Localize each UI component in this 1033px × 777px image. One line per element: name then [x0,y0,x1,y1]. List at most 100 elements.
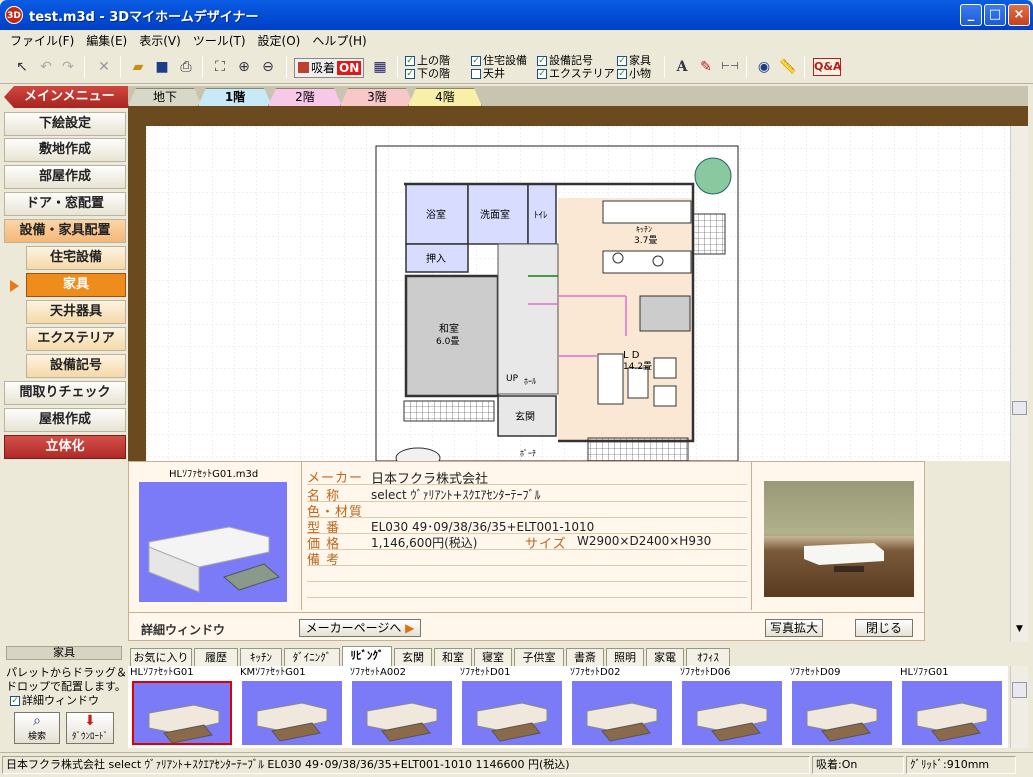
window-title: test.m3d - 3Dマイホームデザイナー [29,9,259,25]
palette-item[interactable]: ｿﾌｧｾｯﾄD02 [570,666,676,748]
measure-icon[interactable]: 📏 [778,57,798,77]
category-tab-12[interactable]: ｵﾌｨｽ [686,648,730,666]
close-button[interactable]: × [1008,4,1030,26]
menu-settings[interactable]: 設定(O) [252,32,307,49]
main-menu-button[interactable]: メインメニュー [4,86,128,108]
floor-tab-4[interactable]: 4階 [408,88,482,106]
category-tab-3[interactable]: ﾀﾞｲﾆﾝｸﾞ [284,648,340,666]
category-tab-6[interactable]: 和室 [434,648,472,666]
menu-help[interactable]: ヘルプ(H) [306,32,372,49]
floor-plan-canvas[interactable]: 浴室 洗面室 ﾄｲﾚ ｷｯﾁﾝ 3.7畳 押入 和室 6.0畳 L D 14.2… [128,106,1028,461]
palette-item-label: ｿﾌｧｾｯﾄD09 [790,667,841,678]
search-button[interactable]: ⌕ 検索 [14,712,60,744]
check-upper-floor[interactable]: ✓ 上の階 [405,55,450,67]
detail-window-label: 詳細ウィンドウ [141,623,226,637]
left-panel: 家具 パレットからドラッグ＆ ドロップで配置します。 ✓ 詳細ウィンドウ ⌕ 検索… [0,642,128,748]
compass-icon[interactable]: ◉ [754,57,774,77]
undo-icon[interactable]: ↶ [36,57,56,77]
palette-item-label: ｿﾌｧｾｯﾄA002 [350,667,406,678]
detail-window-check[interactable]: ✓ 詳細ウィンドウ [10,695,99,707]
redo-icon[interactable]: ↷ [58,57,78,77]
vertical-scrollbar[interactable]: ▼ [1010,126,1028,642]
category-tab-9[interactable]: 書斎 [566,648,604,666]
check-housing-equipment[interactable]: ✓ 住宅設備 [471,55,527,67]
floor-tab-3[interactable]: 3階 [340,88,414,106]
svg-text:ﾄｲﾚ: ﾄｲﾚ [534,211,548,221]
sidebar-item-3[interactable]: ドア・窓配置 [4,192,126,216]
menu-tools[interactable]: ツール(T) [187,32,252,49]
scrollbar-thumb[interactable] [1012,401,1027,415]
category-tab-11[interactable]: 家電 [646,648,684,666]
save-icon[interactable]: ■ [152,57,172,77]
category-tab-0[interactable]: お気に入り [130,648,192,666]
check-exterior[interactable]: ✓ エクステリア [537,68,615,80]
category-tab-8[interactable]: 子供室 [514,648,564,666]
category-tab-1[interactable]: 履歴 [194,648,238,666]
sidebar-item-9[interactable]: 設備記号 [26,354,126,378]
maker-page-button[interactable]: メーカーページへ ▶ [299,619,421,637]
suction-label: 吸着 [311,61,336,75]
palette-item[interactable]: HLｿﾌｧｾｯﾄG01 [130,666,236,748]
floor-tab-1[interactable]: 1階 [198,88,272,106]
zoom-out-icon[interactable]: ⊖ [258,57,278,77]
check-lower-floor[interactable]: ✓ 下の階 [405,68,450,80]
furniture-photo[interactable] [764,481,914,597]
category-tab-2[interactable]: ｷｯﾁﾝ [240,648,282,666]
size-value: W2900×D2400×H930 [577,534,712,548]
text-icon[interactable]: A [672,57,692,77]
palette-item[interactable]: ｿﾌｧｾｯﾄD01 [460,666,566,748]
pointer-icon[interactable]: ↖ [12,57,32,77]
sidebar-item-7[interactable]: 天井器具 [26,300,126,324]
suction-toggle[interactable]: 吸着 ON [294,58,364,78]
sidebar-item-4[interactable]: 設備・家具配置 [4,219,126,243]
palette-item[interactable]: KMｿﾌｧｾｯﾄG01 [240,666,346,748]
delete-icon[interactable]: ✕ [94,57,114,77]
category-tab-7[interactable]: 寝室 [474,648,512,666]
qa-button[interactable]: Q&A [813,58,841,76]
close-detail-button[interactable]: 閉じる [855,619,913,637]
search-label: 検索 [27,732,46,742]
maximize-button[interactable]: □ [984,4,1006,26]
palette-item[interactable]: ｿﾌｧｾｯﾄA002 [350,666,456,748]
category-tab-4[interactable]: ﾘﾋﾞﾝｸﾞ [342,646,392,666]
category-tab-5[interactable]: 玄関 [394,648,432,666]
grid-icon[interactable]: ▦ [370,57,390,77]
floor-tab-0[interactable]: 地下 [128,88,202,106]
sidebar-item-12[interactable]: 立体化 [4,435,126,459]
open-icon[interactable]: ▰ [128,57,148,77]
palette-scrollbar[interactable] [1010,666,1028,748]
print-icon[interactable]: ⎙ [176,57,196,77]
floor-plan-svg[interactable]: 浴室 洗面室 ﾄｲﾚ ｷｯﾁﾝ 3.7畳 押入 和室 6.0畳 L D 14.2… [128,106,1028,461]
minimize-button[interactable]: _ [960,4,982,26]
fit-icon[interactable]: ⛶ [210,57,230,77]
download-button[interactable]: ⬇ ﾀﾞｳﾝﾛｰﾄﾞ [66,712,114,744]
check-ceiling[interactable]: 天井 [471,68,505,80]
check-equipment-symbol[interactable]: ✓ 設備記号 [537,55,593,67]
checkbox-icon: ✓ [471,56,481,66]
menu-edit[interactable]: 編集(E) [80,32,133,49]
check-small-items[interactable]: ✓ 小物 [617,68,651,80]
palette-item[interactable]: HLｿﾌｧG01 [900,666,1006,748]
sidebar-item-6[interactable]: 家具 [26,273,126,297]
menu-view[interactable]: 表示(V) [133,32,187,49]
palette-scrollbar-thumb[interactable] [1012,682,1027,698]
pen-icon[interactable]: ✎ [696,57,716,77]
sidebar-item-10[interactable]: 間取りチェック [4,381,126,405]
palette-item[interactable]: ｿﾌｧｾｯﾄD06 [680,666,786,748]
category-tab-10[interactable]: 照明 [606,648,644,666]
scroll-down-icon[interactable]: ▼ [1012,622,1027,636]
sidebar-item-11[interactable]: 屋根作成 [4,408,126,432]
photo-zoom-button[interactable]: 写真拡大 [765,619,823,637]
check-furniture[interactable]: ✓ 家具 [617,55,651,67]
floor-tab-2[interactable]: 2階 [268,88,342,106]
palette-item[interactable]: ｿﾌｧｾｯﾄD09 [790,666,896,748]
sidebar-item-1[interactable]: 敷地作成 [4,138,126,162]
sidebar-item-0[interactable]: 下絵設定 [4,112,126,136]
sidebar-item-2[interactable]: 部屋作成 [4,165,126,189]
dimension-icon[interactable]: ⊢⊣ [720,57,740,77]
sidebar-item-8[interactable]: エクステリア [26,327,126,351]
menu-file[interactable]: ファイル(F) [4,32,80,49]
download-label: ﾀﾞｳﾝﾛｰﾄﾞ [71,732,108,742]
sidebar-item-5[interactable]: 住宅設備 [26,246,126,270]
zoom-in-icon[interactable]: ⊕ [234,57,254,77]
